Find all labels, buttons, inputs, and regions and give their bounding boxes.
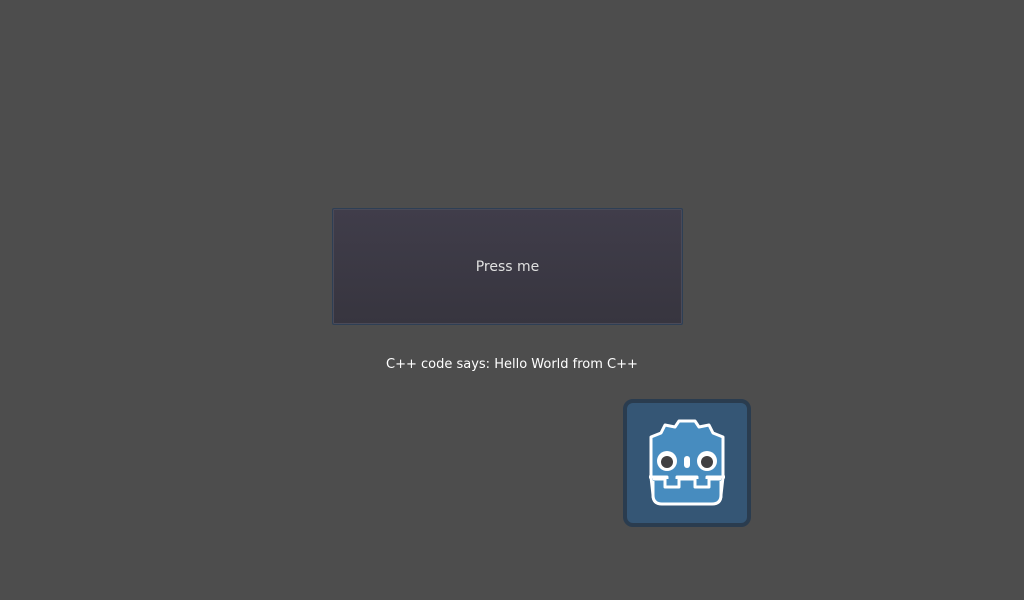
press-me-button[interactable]: Press me [332,208,683,325]
press-me-button-label: Press me [475,258,540,275]
godot-logo-sprite [623,399,751,527]
game-viewport: Press me C++ code says: Hello World from… [0,0,1024,600]
cpp-message-label: C++ code says: Hello World from C++ [386,357,638,372]
godot-logo-icon [649,419,725,506]
